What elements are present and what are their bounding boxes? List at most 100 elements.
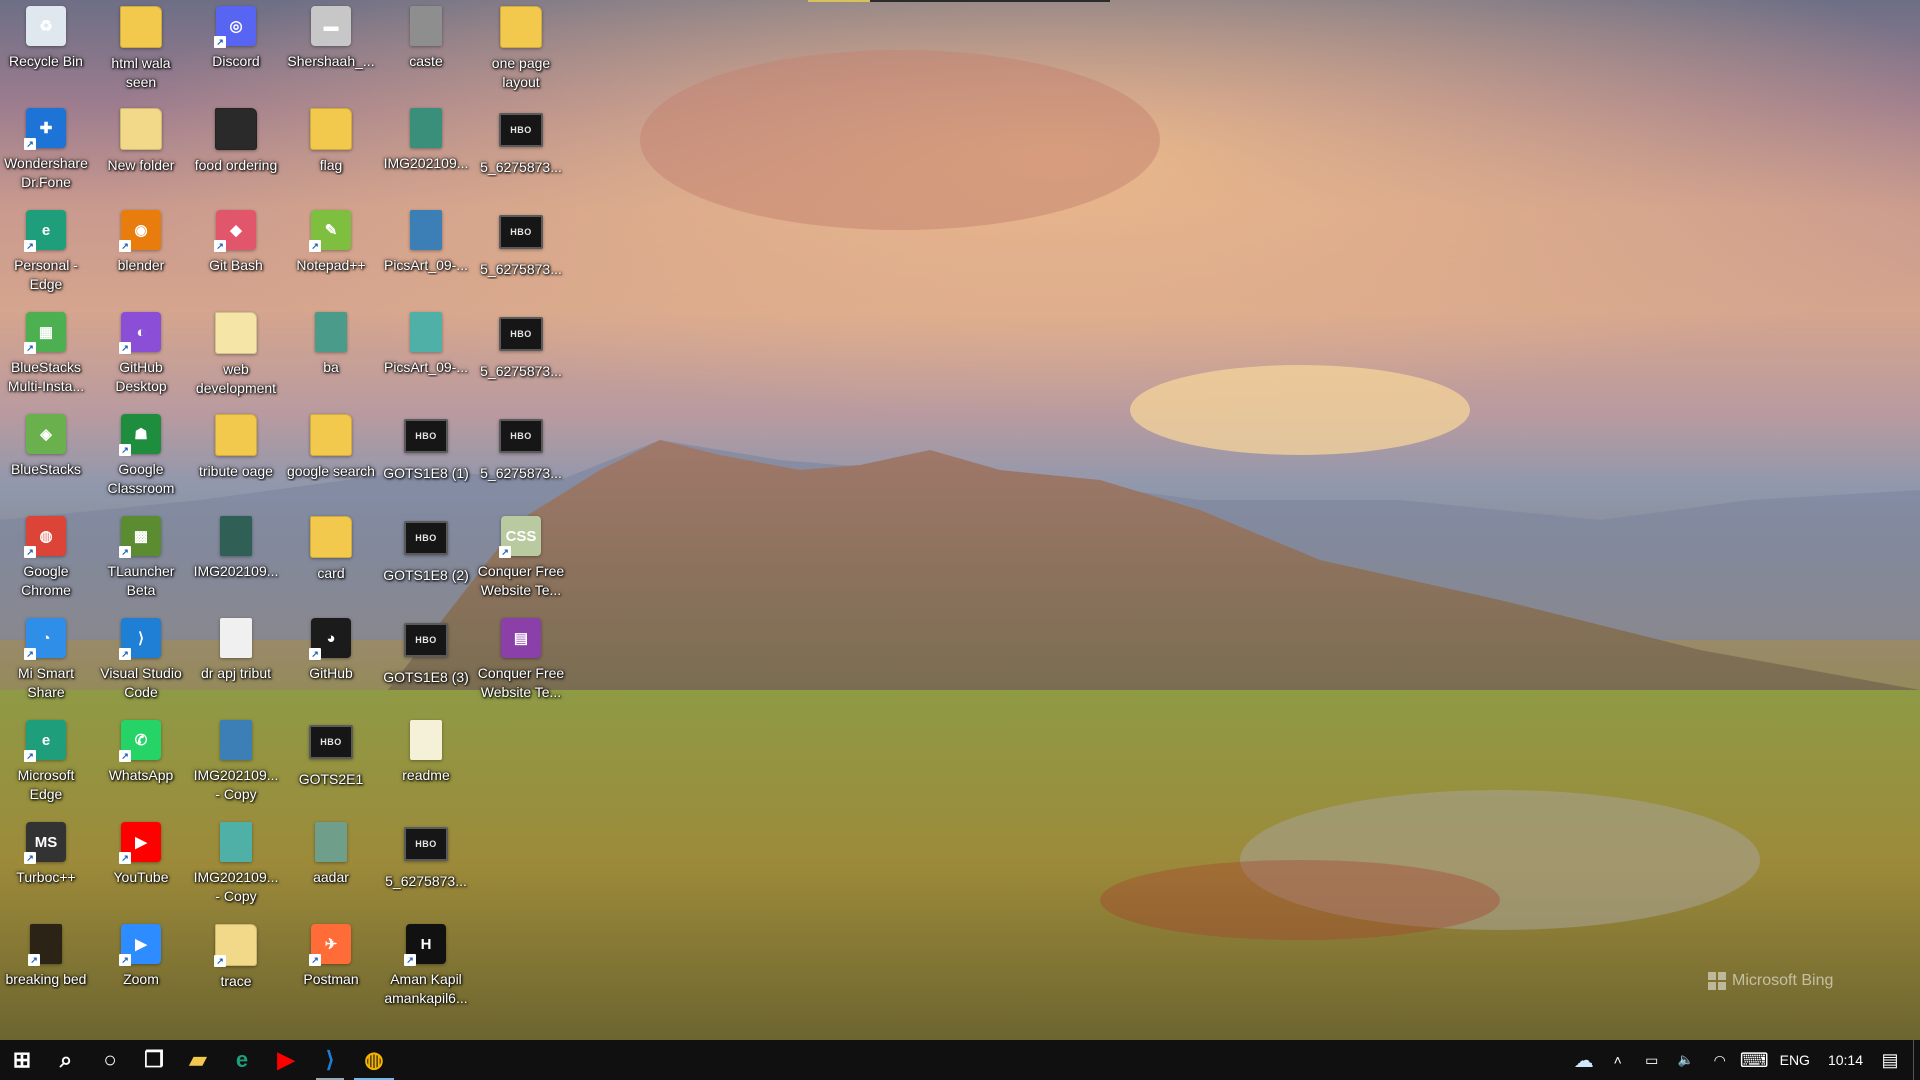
desktop-icon[interactable]: ✚ ↗ Wondershare Dr.Fone — [0, 104, 92, 204]
desktop-icon[interactable]: HBO 5_6275873... — [475, 410, 567, 510]
edge-taskbar-icon[interactable]: e — [220, 1040, 264, 1080]
desktop-icon-label: Zoom — [123, 971, 159, 987]
hbo-video-icon: HBO — [404, 419, 448, 453]
desktop-icon[interactable]: HBO GOTS2E1 — [285, 716, 377, 816]
desktop-icon[interactable]: e ↗ Microsoft Edge — [0, 716, 92, 816]
chevron-up-icon[interactable]: ˄ — [1601, 1040, 1635, 1080]
desktop-icon[interactable]: one page layout — [475, 2, 567, 102]
desktop-icon[interactable]: tribute oage — [190, 410, 282, 510]
language-indicator[interactable]: ENG — [1772, 1040, 1818, 1080]
desktop-icon[interactable]: google search — [285, 410, 377, 510]
desktop-icon[interactable]: ↗ trace — [190, 920, 282, 1020]
desktop-icon[interactable]: ✎ ↗ Notepad++ — [285, 206, 377, 306]
desktop-icon[interactable]: ♻ Recycle Bin — [0, 2, 92, 102]
task-view-icon[interactable]: ❐ — [132, 1040, 176, 1080]
desktop-icon[interactable]: e ↗ Personal - Edge — [0, 206, 92, 306]
desktop-icon[interactable]: ◎ ↗ Discord — [190, 2, 282, 102]
shortcut-arrow-icon: ↗ — [119, 648, 131, 660]
vscode-taskbar-icon[interactable]: ⟩ — [308, 1040, 352, 1080]
battery-icon[interactable]: ▭ — [1635, 1040, 1669, 1080]
desktop-icon[interactable]: ba — [285, 308, 377, 408]
volume-icon[interactable]: 🔈 — [1669, 1040, 1703, 1080]
desktop-icon[interactable]: ⟩ ↗ Visual Studio Code — [95, 614, 187, 714]
shortcut-arrow-icon: ↗ — [119, 546, 131, 558]
desktop-icon-label: card — [317, 565, 345, 581]
shortcut-arrow-icon: ↗ — [119, 750, 131, 762]
desktop-icon[interactable]: HBO GOTS1E8 (1) — [380, 410, 472, 510]
show-desktop-button[interactable] — [1913, 1040, 1920, 1080]
desktop-icon[interactable]: html wala seen — [95, 2, 187, 102]
desktop-icon[interactable]: IMG202109... - Copy — [190, 716, 282, 816]
desktop-icon[interactable]: ▬ Shershaah_... — [285, 2, 377, 102]
desktop-icon[interactable]: PicsArt_09-... — [380, 206, 472, 306]
shortcut-arrow-icon: ↗ — [214, 240, 226, 252]
desktop-icon[interactable]: caste — [380, 2, 472, 102]
clock[interactable]: 10:14 — [1818, 1040, 1873, 1080]
zoom-icon: ▶ ↗ — [119, 924, 161, 966]
desktop-icon[interactable]: PicsArt_09-... — [380, 308, 472, 408]
desktop-icon[interactable]: ◕ ↗ GitHub — [285, 614, 377, 714]
search-icon[interactable]: ⌕ — [44, 1040, 88, 1080]
start-button[interactable]: ⊞ — [0, 1040, 44, 1080]
file-explorer-icon[interactable]: ▰ — [176, 1040, 220, 1080]
desktop-icon[interactable]: HBO 5_6275873... — [475, 104, 567, 204]
desktop-icon-label: flag — [319, 157, 343, 173]
desktop-icon[interactable]: HBO GOTS1E8 (3) — [380, 614, 472, 714]
wifi-icon[interactable]: ◠ — [1703, 1040, 1737, 1080]
desktop-icon-label: 5_6275873... — [480, 159, 562, 175]
github-desktop-icon: ◐ ↗ — [119, 312, 161, 354]
desktop-icon[interactable]: dr apj tribut — [190, 614, 282, 714]
desktop-icon[interactable]: CSS ↗ Conquer Free Website Te... — [475, 512, 567, 612]
shortcut-arrow-icon: ↗ — [24, 342, 36, 354]
shortcut-arrow-icon: ↗ — [309, 954, 321, 966]
desktop-icon[interactable]: IMG202109... — [190, 512, 282, 612]
desktop-icon[interactable]: ✈ ↗ Postman — [285, 920, 377, 1020]
desktop-icon[interactable]: ▶ ↗ YouTube — [95, 818, 187, 918]
task-view-icon: ❐ — [144, 1047, 164, 1072]
desktop-icon[interactable]: HBO GOTS1E8 (2) — [380, 512, 472, 612]
desktop-icon[interactable]: ◆ ↗ Git Bash — [190, 206, 282, 306]
desktop-icon[interactable]: New folder — [95, 104, 187, 204]
desktop-icon[interactable]: ◈ BlueStacks — [0, 410, 92, 510]
google-chrome-icon: ◍ ↗ — [24, 516, 66, 558]
desktop-icon[interactable]: HBO 5_6275873... — [475, 308, 567, 408]
desktop-icon[interactable]: ✆ ↗ WhatsApp — [95, 716, 187, 816]
desktop-icon[interactable]: web development — [190, 308, 282, 408]
bluestacks-multi-icon: ▦ ↗ — [24, 312, 66, 354]
desktop-icon[interactable]: H ↗ Aman Kapil amankapil6... — [380, 920, 472, 1020]
chrome-taskbar-icon[interactable]: ◍ — [352, 1040, 396, 1080]
css-file-icon: CSS ↗ — [499, 516, 541, 558]
desktop-icon-label: WhatsApp — [108, 767, 174, 783]
desktop-icon[interactable]: flag — [285, 104, 377, 204]
desktop-icon[interactable]: ☗ ↗ Google Classroom — [95, 410, 187, 510]
desktop-icon[interactable]: card — [285, 512, 377, 612]
desktop-icon[interactable]: IMG202109... - Copy — [190, 818, 282, 918]
git-bash-icon: ◆ ↗ — [214, 210, 256, 252]
cortana-icon[interactable]: ○ — [88, 1040, 132, 1080]
desktop-icon[interactable]: HBO 5_6275873... — [475, 206, 567, 306]
desktop-icon[interactable]: ◐ ↗ GitHub Desktop — [95, 308, 187, 408]
desktop[interactable]: ♻ Recycle Bin html wala seen ◎ ↗ Discord ▬ Sher… — [0, 0, 1920, 1040]
desktop-icon[interactable]: ▩ ↗ TLauncher Beta — [95, 512, 187, 612]
desktop-icon[interactable]: ▶ ↗ Zoom — [95, 920, 187, 1020]
desktop-icon[interactable]: IMG202109... — [380, 104, 472, 204]
onedrive-icon[interactable]: ☁ — [1567, 1040, 1601, 1080]
image-copy-file-icon — [220, 720, 252, 760]
desktop-icon[interactable]: ◍ ↗ Google Chrome — [0, 512, 92, 612]
search-icon: ⌕ — [59, 1047, 73, 1072]
desktop-icon-label: web development — [195, 361, 277, 396]
desktop-icon-label: Mi Smart Share — [18, 665, 74, 700]
desktop-icon[interactable]: aadar — [285, 818, 377, 918]
desktop-icon[interactable]: ◔ ↗ Mi Smart Share — [0, 614, 92, 714]
notification-center-icon[interactable]: ▤ — [1873, 1040, 1907, 1080]
desktop-icon[interactable]: food ordering — [190, 104, 282, 204]
desktop-icon[interactable]: ▦ ↗ BlueStacks Multi-Insta... — [0, 308, 92, 408]
desktop-icon[interactable]: ↗ breaking bed — [0, 920, 92, 1020]
desktop-icon[interactable]: MS ↗ Turboc++ — [0, 818, 92, 918]
youtube-taskbar-icon[interactable]: ▶ — [264, 1040, 308, 1080]
touch-keyboard-icon[interactable]: ⌨ — [1737, 1040, 1772, 1080]
desktop-icon[interactable]: ▤ Conquer Free Website Te... — [475, 614, 567, 714]
desktop-icon[interactable]: ◉ ↗ blender — [95, 206, 187, 306]
desktop-icon[interactable]: readme — [380, 716, 472, 816]
desktop-icon[interactable]: HBO 5_6275873... — [380, 818, 472, 918]
